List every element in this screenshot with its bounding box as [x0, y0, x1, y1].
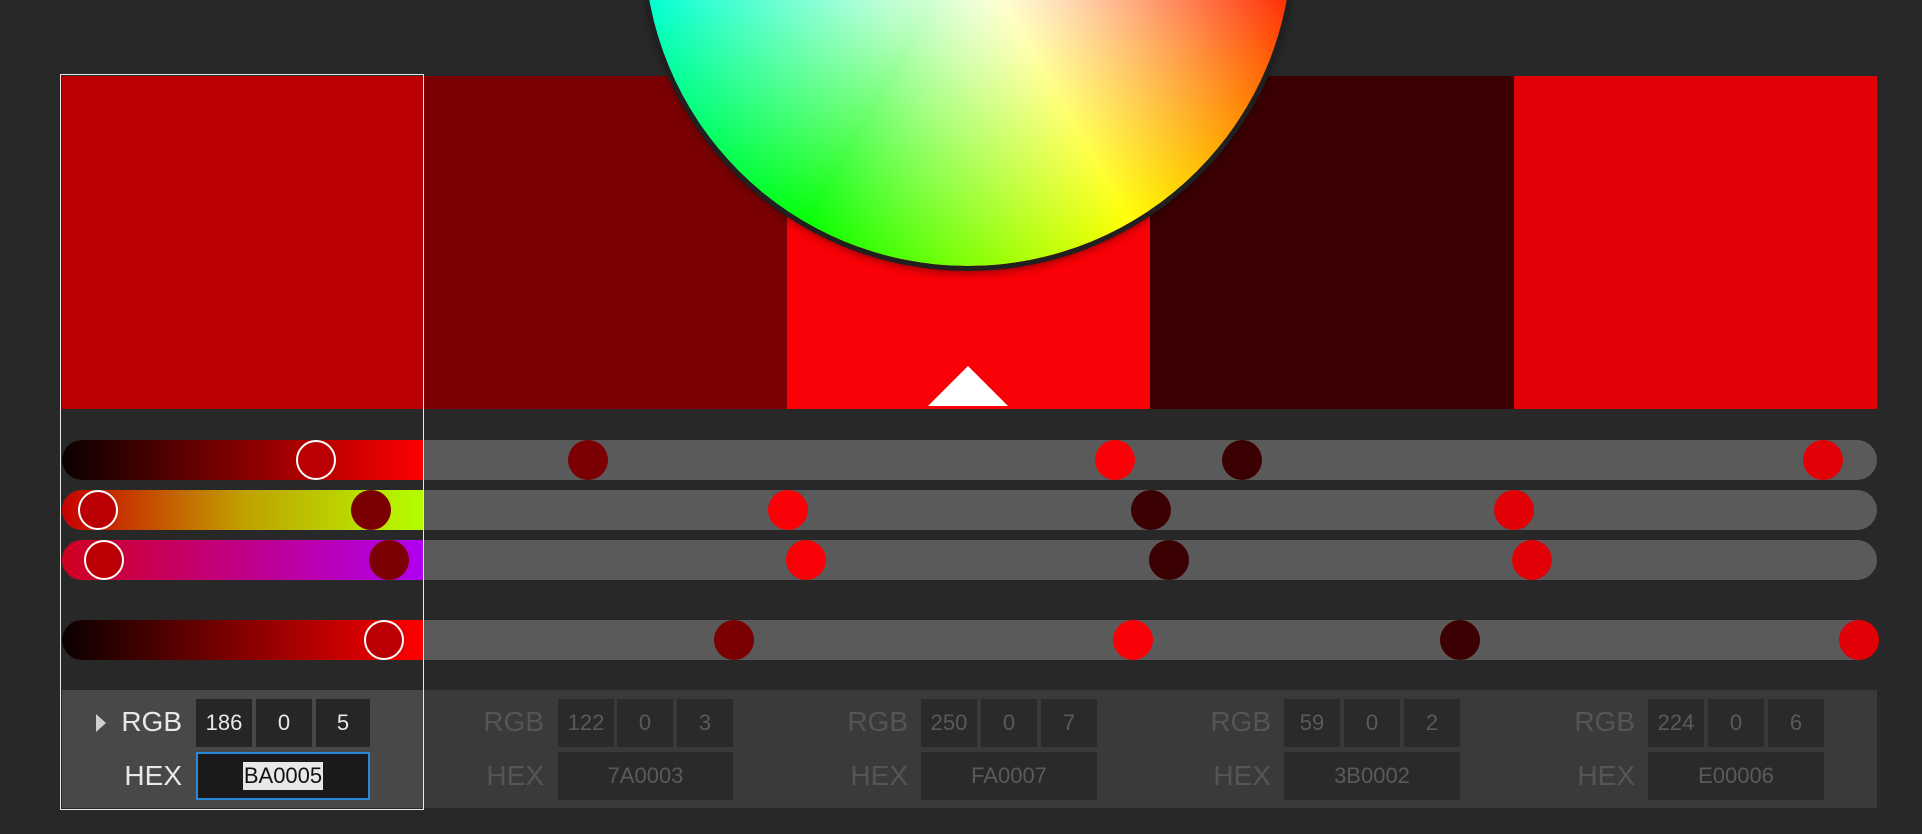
g-field-4[interactable]: 0 — [1344, 699, 1400, 747]
slider-marker-brightness-2[interactable] — [713, 620, 754, 660]
r-field-1[interactable]: 186 — [196, 699, 252, 747]
slider-marker-row3-2[interactable] — [368, 540, 409, 580]
g-field-5[interactable]: 0 — [1708, 699, 1764, 747]
hex-label-2: HEX — [486, 760, 544, 791]
r-field-3[interactable]: 250 — [921, 699, 977, 747]
slider-track-2[interactable] — [62, 490, 1877, 530]
slider-marker-row2-5[interactable] — [1494, 490, 1534, 530]
hex-field-4[interactable]: 3B0002 — [1284, 752, 1460, 800]
slider-track-3[interactable] — [62, 540, 1877, 580]
slider-marker-row2-3[interactable] — [768, 490, 808, 530]
b-field-3[interactable]: 7 — [1041, 699, 1097, 747]
r-field-2[interactable]: 122 — [558, 699, 614, 747]
r-field-4[interactable]: 59 — [1284, 699, 1340, 747]
slider-marker-row1-3[interactable] — [1094, 440, 1135, 480]
swatch-1[interactable] — [62, 76, 423, 409]
hex-label-1: HEX — [124, 760, 182, 791]
b-field-4[interactable]: 2 — [1404, 699, 1460, 747]
base-color-triangle-icon — [928, 366, 1008, 406]
hex-field-1-text: BA0005 — [242, 762, 324, 790]
rgb-label-3: RGB — [847, 706, 908, 737]
hex-field-1[interactable]: BA0005 — [196, 752, 370, 800]
b-field-5[interactable]: 6 — [1768, 699, 1824, 747]
slider-marker-brightness-5[interactable] — [1838, 620, 1879, 660]
swatch-5[interactable] — [1514, 76, 1877, 409]
b-field-1[interactable]: 5 — [316, 699, 370, 747]
slider-marker-brightness-3[interactable] — [1112, 620, 1153, 660]
slider-marker-row1-4[interactable] — [1221, 440, 1262, 480]
rgb-label-4: RGB — [1210, 706, 1271, 737]
g-field-1[interactable]: 0 — [256, 699, 312, 747]
slider-marker-row2-4[interactable] — [1131, 490, 1171, 530]
b-field-2[interactable]: 3 — [677, 699, 733, 747]
slider-marker-row3-5[interactable] — [1512, 540, 1553, 580]
hex-label-4: HEX — [1213, 760, 1271, 791]
hex-label-3: HEX — [850, 760, 908, 791]
slider-gradient-1 — [62, 440, 424, 480]
hex-field-5[interactable]: E00006 — [1648, 752, 1824, 800]
g-field-3[interactable]: 0 — [981, 699, 1037, 747]
slider-marker-brightness-4[interactable] — [1439, 620, 1480, 660]
slider-marker-row3-3[interactable] — [786, 540, 827, 580]
rgb-label-5: RGB — [1574, 706, 1635, 737]
hex-label-5: HEX — [1577, 760, 1635, 791]
rgb-label-1: RGB — [121, 706, 182, 737]
g-field-2[interactable]: 0 — [617, 699, 673, 747]
hex-field-2[interactable]: 7A0003 — [558, 752, 733, 800]
slider-marker-row3-4[interactable] — [1149, 540, 1190, 580]
slider-track-brightness[interactable] — [62, 620, 1877, 660]
slider-marker-row2-2[interactable] — [350, 490, 391, 530]
r-field-5[interactable]: 224 — [1648, 699, 1704, 747]
slider-knob-active-row2[interactable] — [78, 490, 119, 530]
rgb-label-2: RGB — [483, 706, 544, 737]
slider-marker-row1-5[interactable] — [1802, 440, 1843, 480]
slider-knob-active-brightness[interactable] — [363, 620, 404, 660]
hex-field-3[interactable]: FA0007 — [921, 752, 1097, 800]
